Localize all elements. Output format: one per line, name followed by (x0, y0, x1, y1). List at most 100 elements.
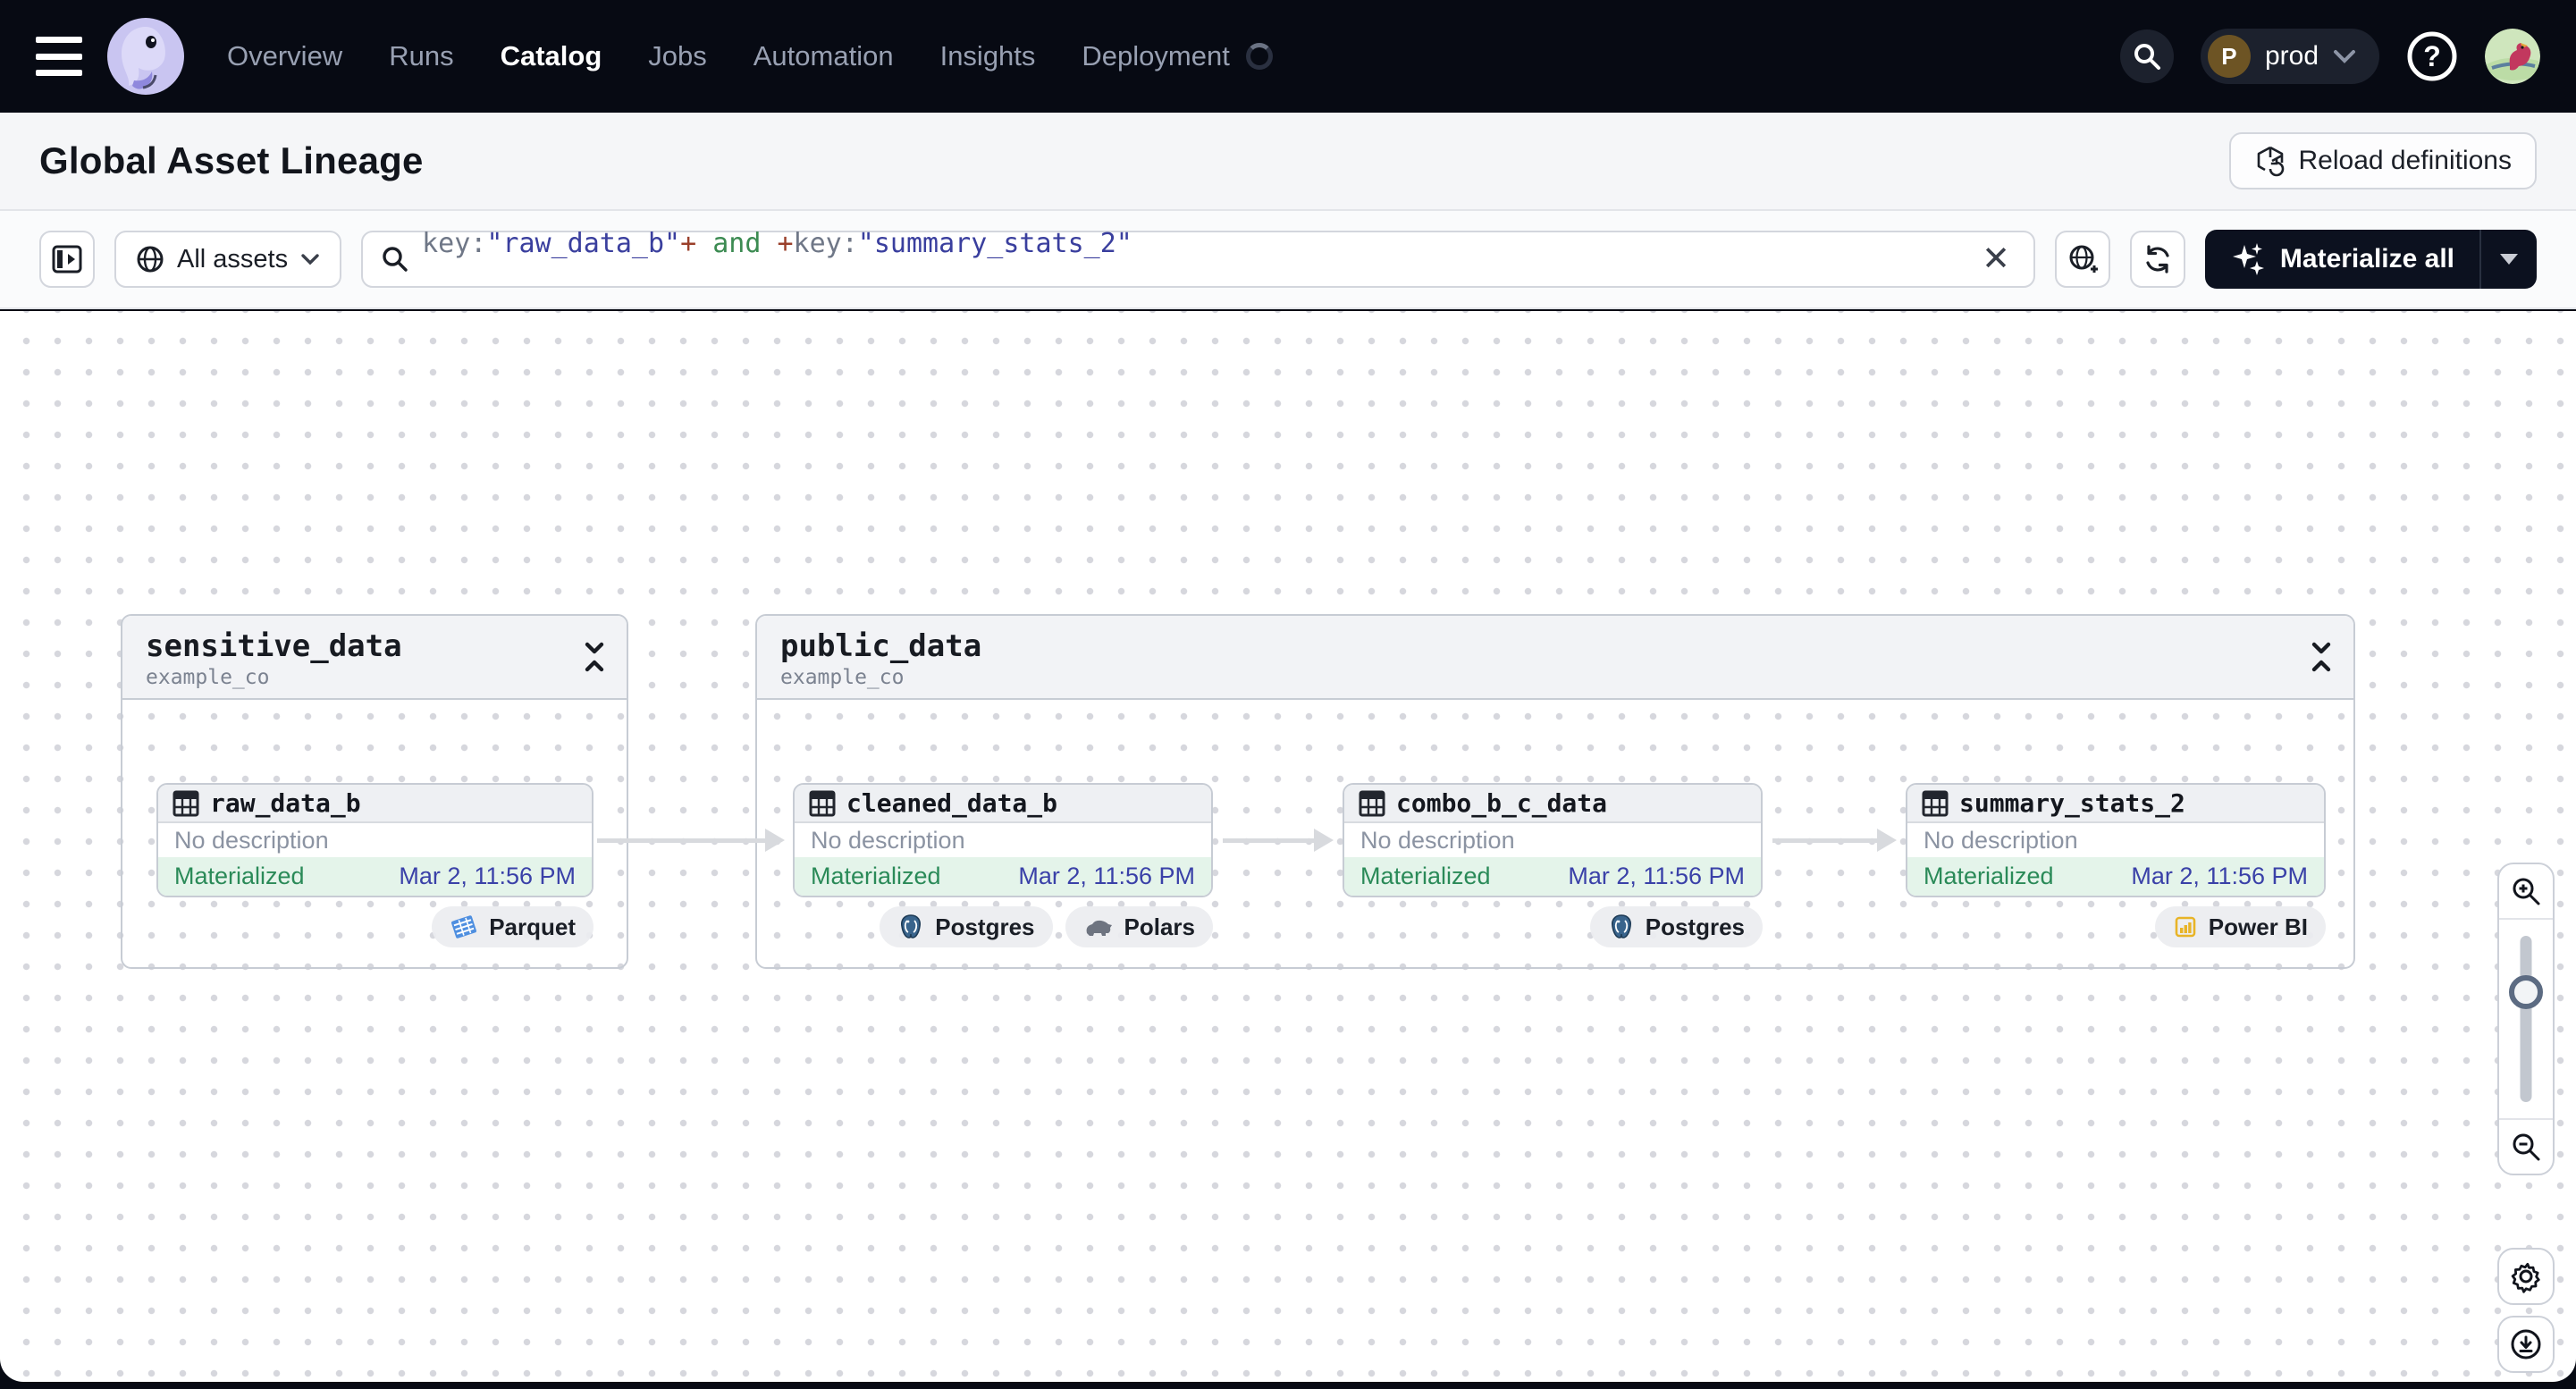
clear-search-icon[interactable]: ✕ (1976, 242, 2016, 276)
materialization-timestamp[interactable]: Mar 2, 11:56 PM (1018, 863, 1195, 890)
asset-node-header: summary_stats_2 (1907, 785, 2324, 823)
menu-hamburger-icon[interactable] (36, 37, 82, 76)
integration-badge-postgres: Postgres (880, 906, 1053, 947)
asset-node-cleaned-data-b[interactable]: cleaned_data_b No description Materializ… (793, 783, 1213, 897)
zoom-slider-thumb[interactable] (2509, 975, 2543, 1009)
asset-name: cleaned_data_b (846, 788, 1058, 818)
nav-item-jobs[interactable]: Jobs (648, 40, 706, 72)
materialization-timestamp[interactable]: Mar 2, 11:56 PM (1568, 863, 1745, 890)
refresh-icon (2146, 245, 2169, 274)
nav-item-automation[interactable]: Automation (753, 40, 894, 72)
page-header: Global Asset Lineage Reload definitions (0, 113, 2576, 211)
asset-node-summary-stats-2[interactable]: summary_stats_2 No description Materiali… (1906, 783, 2326, 897)
group-subtitle: example_co (780, 666, 905, 689)
globe-plus-icon (2069, 245, 2098, 273)
query-token: key: (793, 228, 858, 259)
asset-group-sensitive-data: sensitive_data example_co raw_data_b No … (121, 614, 628, 969)
query-token: "summary_stats_2" (857, 228, 1132, 259)
nav-item-overview[interactable]: Overview (227, 40, 342, 72)
page-title: Global Asset Lineage (39, 139, 424, 181)
nav-item-deployment[interactable]: Deployment (1082, 40, 1229, 72)
integration-badges: Power BI (1906, 906, 2326, 947)
nav-item-runs[interactable]: Runs (389, 40, 453, 72)
polars-bear-icon (1086, 920, 1112, 936)
asset-name: combo_b_c_data (1396, 788, 1608, 818)
loading-spinner-icon (1245, 43, 1273, 70)
zoom-in-button[interactable] (2499, 864, 2553, 918)
query-token: "raw_data_b" (486, 228, 681, 259)
asset-node-combo-b-c-data[interactable]: combo_b_c_data No description Materializ… (1343, 783, 1763, 897)
reload-definitions-label: Reload definitions (2298, 146, 2513, 175)
global-search-button[interactable] (2119, 29, 2174, 83)
environment-label: prod (2264, 41, 2319, 71)
reload-cube-icon (2257, 146, 2284, 177)
search-icon (2134, 44, 2160, 70)
materialize-options-button[interactable] (2479, 230, 2537, 289)
nav-item-insights[interactable]: Insights (940, 40, 1036, 72)
status-badge: Materialized (1924, 863, 2054, 889)
integration-badges: Postgres (1343, 906, 1763, 947)
asset-name: raw_data_b (210, 788, 361, 818)
parquet-icon (451, 915, 477, 939)
group-title: public_data (780, 628, 982, 664)
environment-switcher[interactable]: P prod (2200, 29, 2379, 84)
integration-badges: Parquet (156, 906, 593, 947)
badge-label: Postgres (935, 913, 1035, 940)
help-button[interactable]: ? (2406, 30, 2458, 82)
refresh-button[interactable] (2129, 231, 2185, 288)
group-subtitle: example_co (146, 666, 270, 689)
integration-badges: Postgres Polars (793, 906, 1213, 947)
postgres-icon (1611, 914, 1631, 939)
collapse-group-icon[interactable] (582, 639, 607, 675)
query-token: and (696, 228, 778, 259)
integration-badge-powerbi: Power BI (2154, 906, 2326, 947)
download-graph-button[interactable] (2497, 1316, 2555, 1373)
zoom-slider (2499, 918, 2553, 1120)
lineage-edge-cleaned-to-combo (1223, 829, 1334, 852)
integration-badge-parquet: Parquet (432, 906, 593, 947)
globe-icon (137, 246, 164, 273)
asset-name: summary_stats_2 (1959, 788, 2185, 818)
caret-down-icon (2500, 254, 2518, 265)
reload-definitions-button[interactable]: Reload definitions (2228, 132, 2537, 189)
asset-description: No description (795, 823, 1211, 857)
query-token: + (680, 228, 697, 259)
asset-groups-view-button[interactable] (2054, 231, 2110, 288)
asset-node-raw-data-b[interactable]: raw_data_b No description Materialized M… (156, 783, 593, 897)
graph-settings-button[interactable] (2497, 1248, 2555, 1305)
zoom-slider-track[interactable] (2520, 936, 2532, 1102)
asset-description: No description (1907, 823, 2324, 857)
lineage-canvas[interactable]: sensitive_data example_co raw_data_b No … (0, 311, 2576, 1382)
query-token: key: (422, 228, 487, 259)
gear-icon (2511, 1262, 2540, 1293)
materialize-all-button[interactable]: Materialize all (2205, 241, 2479, 277)
zoom-in-icon (2513, 878, 2540, 905)
materialization-timestamp[interactable]: Mar 2, 11:56 PM (399, 863, 576, 890)
collapse-group-icon[interactable] (2309, 639, 2334, 675)
zoom-out-button[interactable] (2499, 1120, 2553, 1174)
chevron-down-icon (2334, 50, 2355, 63)
asset-group-public-data: public_data example_co cleaned_data_b No… (755, 614, 2355, 969)
nav-item-catalog[interactable]: Catalog (501, 40, 602, 72)
asset-search-input[interactable]: key:"raw_data_b"+ and +key:"summary_stat… (361, 228, 2035, 290)
user-avatar[interactable] (2485, 29, 2540, 84)
asset-scope-dropdown[interactable]: All assets (114, 231, 342, 288)
environment-avatar: P (2207, 35, 2251, 78)
asset-node-header: raw_data_b (158, 785, 592, 823)
badge-label: Parquet (489, 913, 576, 940)
materialization-timestamp[interactable]: Mar 2, 11:56 PM (2131, 863, 2308, 890)
dagster-logo-icon[interactable] (107, 18, 184, 95)
materialize-all-split-button: Materialize all (2204, 230, 2537, 289)
svg-text:?: ? (2423, 40, 2441, 72)
badge-label: Power BI (2208, 913, 2308, 940)
search-icon (383, 247, 408, 272)
asset-status-row: Materialized Mar 2, 11:56 PM (795, 857, 1211, 896)
lineage-toolbar: All assets key:"raw_data_b"+ and +key:"s… (0, 211, 2576, 309)
powerbi-icon (2175, 916, 2196, 938)
sidebar-toggle-button[interactable] (39, 231, 95, 288)
asset-status-row: Materialized Mar 2, 11:56 PM (1344, 857, 1761, 896)
table-icon (1922, 790, 1949, 816)
search-query-text[interactable]: key:"raw_data_b"+ and +key:"summary_stat… (422, 228, 1964, 290)
sparkles-icon (2232, 243, 2264, 275)
download-icon (2511, 1329, 2541, 1360)
